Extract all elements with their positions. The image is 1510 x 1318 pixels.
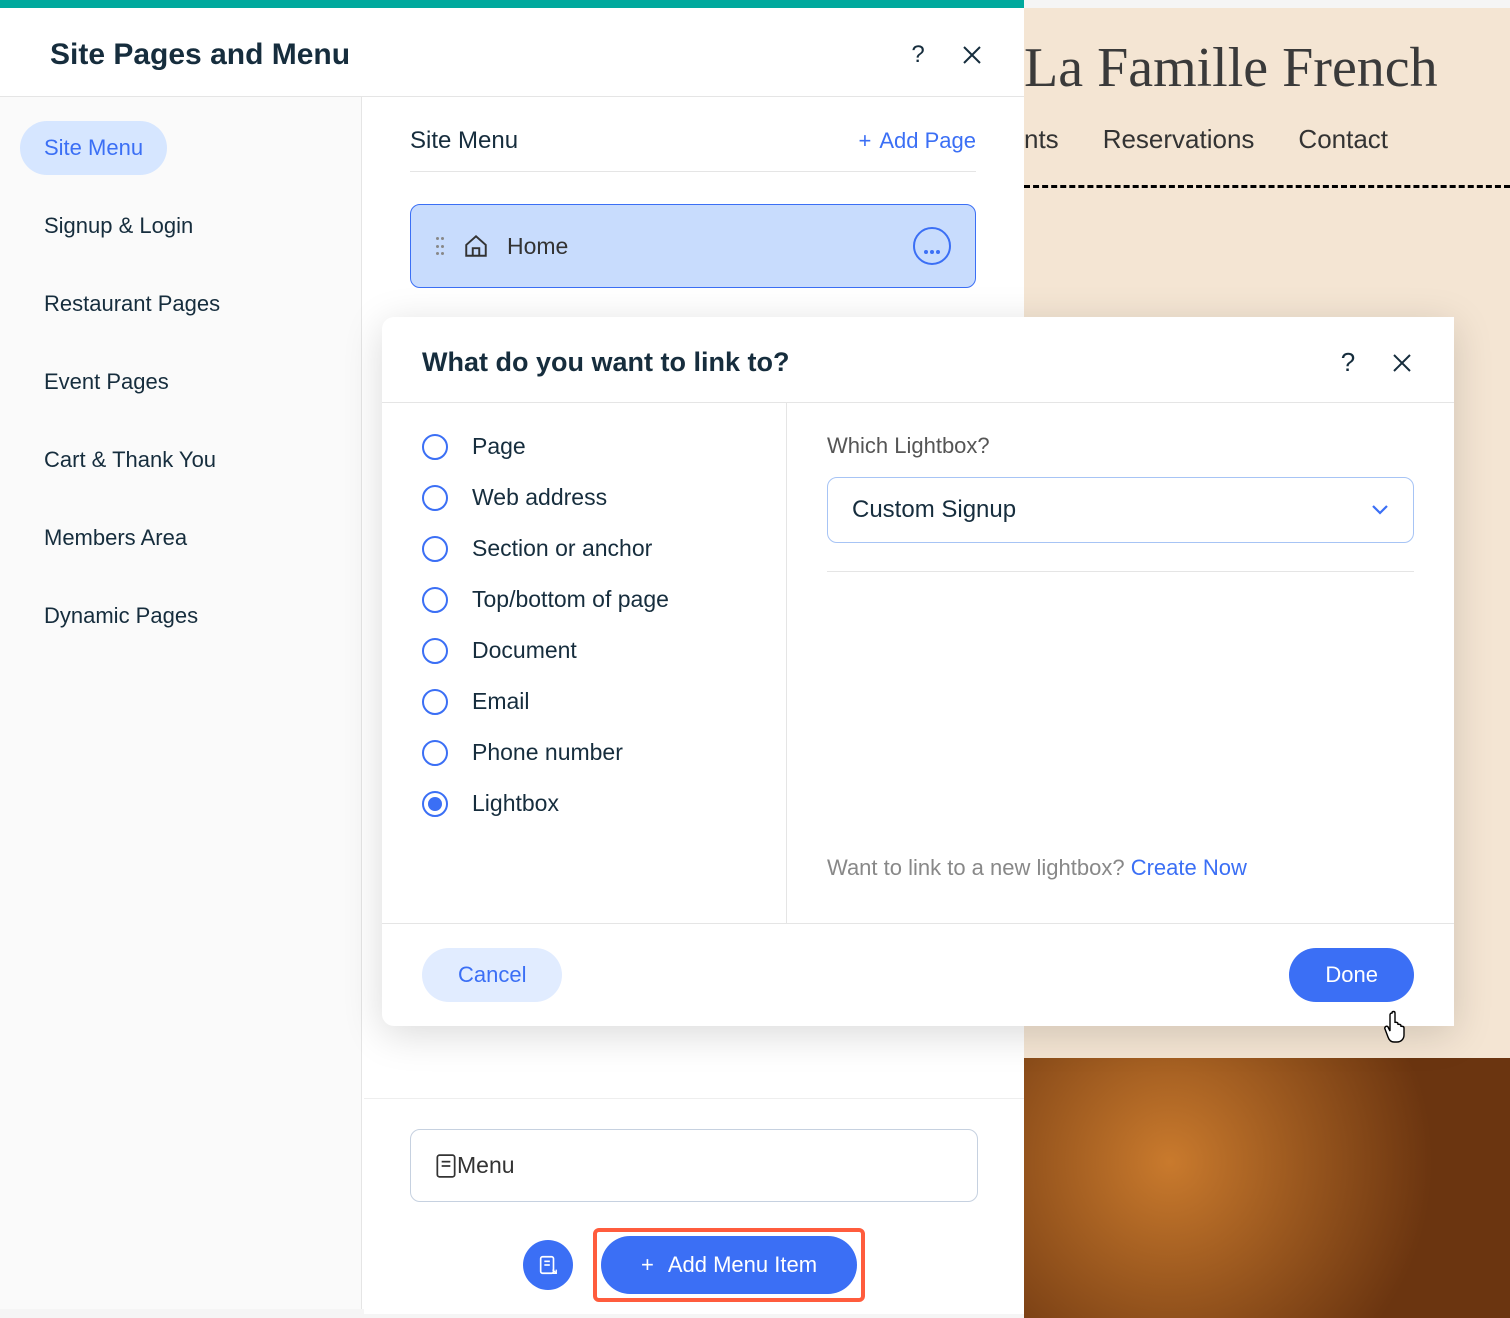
radio-label: Document: [472, 637, 577, 664]
radio-option-email[interactable]: Email: [422, 688, 746, 715]
link-type-list: Page Web address Section or anchor Top/b…: [382, 403, 787, 923]
radio-label: Lightbox: [472, 790, 559, 817]
sidebar-item-site-menu[interactable]: Site Menu: [20, 121, 167, 175]
close-icon[interactable]: [960, 43, 984, 67]
create-lightbox-row: Want to link to a new lightbox? Create N…: [827, 835, 1414, 893]
radio-label: Section or anchor: [472, 535, 652, 562]
radio-icon: [422, 485, 448, 511]
lightbox-selected-value: Custom Signup: [852, 496, 1016, 524]
add-menu-item-label: Add Menu Item: [668, 1252, 817, 1278]
radio-label: Phone number: [472, 739, 623, 766]
more-dots-icon: [923, 233, 941, 260]
radio-option-document[interactable]: Document: [422, 637, 746, 664]
divider: [827, 571, 1414, 572]
radio-label: Web address: [472, 484, 607, 511]
home-icon: [463, 233, 489, 259]
radio-option-lightbox[interactable]: Lightbox: [422, 790, 746, 817]
sidebar: Site Menu Signup & Login Restaurant Page…: [0, 97, 362, 1309]
menu-page-label: Menu: [457, 1152, 515, 1179]
done-button[interactable]: Done: [1289, 948, 1414, 1002]
plus-icon: +: [859, 128, 872, 154]
radio-icon: [422, 740, 448, 766]
sidebar-item-signup-login[interactable]: Signup & Login: [20, 199, 341, 253]
help-icon[interactable]: ?: [906, 43, 930, 67]
radio-option-top-bottom[interactable]: Top/bottom of page: [422, 586, 746, 613]
sidebar-item-restaurant-pages[interactable]: Restaurant Pages: [20, 277, 341, 331]
modal-title: What do you want to link to?: [422, 347, 1306, 378]
page-icon: [435, 1153, 457, 1179]
panel-title: Site Pages and Menu: [50, 38, 876, 72]
radio-icon: [422, 536, 448, 562]
sidebar-item-event-pages[interactable]: Event Pages: [20, 355, 341, 409]
page-row-menu[interactable]: Menu: [410, 1129, 978, 1202]
chevron-down-icon: [1371, 504, 1389, 516]
create-now-link[interactable]: Create Now: [1131, 855, 1247, 880]
radio-icon: [422, 638, 448, 664]
plus-icon: +: [641, 1252, 654, 1278]
site-preview-nav: nts Reservations Contact: [1024, 124, 1510, 155]
modal-footer: Cancel Done: [382, 923, 1454, 1026]
site-nav-item[interactable]: nts: [1024, 124, 1059, 155]
site-nav-item[interactable]: Reservations: [1103, 124, 1255, 155]
more-actions-button[interactable]: [913, 227, 951, 265]
bottom-actions-bar: Menu + Add Menu Item: [364, 1098, 1024, 1314]
panel-header: Site Pages and Menu ?: [0, 8, 1024, 97]
link-to-modal: What do you want to link to? ? Page Web …: [382, 317, 1454, 1026]
site-food-image: [1024, 1058, 1510, 1318]
lightbox-select[interactable]: Custom Signup: [827, 477, 1414, 543]
close-icon[interactable]: [1390, 351, 1414, 375]
tutorial-highlight: + Add Menu Item: [593, 1228, 865, 1302]
site-nav-item[interactable]: Contact: [1298, 124, 1388, 155]
add-page-button[interactable]: + Add Page: [859, 128, 977, 154]
modal-header: What do you want to link to? ?: [382, 317, 1454, 403]
site-dashed-divider: [1024, 185, 1510, 188]
radio-label: Page: [472, 433, 526, 460]
lightbox-field-label: Which Lightbox?: [827, 433, 1414, 459]
radio-option-phone[interactable]: Phone number: [422, 739, 746, 766]
manage-menu-button[interactable]: [523, 1240, 573, 1290]
radio-label: Email: [472, 688, 530, 715]
content-section-title: Site Menu: [410, 127, 518, 155]
content-header: Site Menu + Add Page: [410, 127, 976, 172]
add-menu-item-button[interactable]: + Add Menu Item: [601, 1236, 857, 1294]
help-icon[interactable]: ?: [1336, 351, 1360, 375]
sidebar-item-cart-thankyou[interactable]: Cart & Thank You: [20, 433, 341, 487]
radio-option-section-anchor[interactable]: Section or anchor: [422, 535, 746, 562]
add-page-label: Add Page: [879, 128, 976, 154]
manage-menu-icon: [537, 1254, 559, 1276]
top-accent-bar: [0, 0, 1024, 8]
cancel-button[interactable]: Cancel: [422, 948, 562, 1002]
sidebar-item-dynamic-pages[interactable]: Dynamic Pages: [20, 589, 341, 643]
drag-handle-icon[interactable]: [435, 236, 449, 256]
page-row-home[interactable]: Home: [410, 204, 976, 288]
radio-label: Top/bottom of page: [472, 586, 669, 613]
radio-icon: [422, 434, 448, 460]
radio-option-web-address[interactable]: Web address: [422, 484, 746, 511]
link-config-panel: Which Lightbox? Custom Signup Want to li…: [787, 403, 1454, 923]
site-preview-title: La Famille French: [1024, 8, 1510, 124]
sidebar-item-members-area[interactable]: Members Area: [20, 511, 341, 565]
radio-icon: [422, 689, 448, 715]
radio-icon: [422, 587, 448, 613]
create-prompt-text: Want to link to a new lightbox?: [827, 855, 1131, 880]
radio-icon: [422, 791, 448, 817]
radio-option-page[interactable]: Page: [422, 433, 746, 460]
page-label: Home: [507, 233, 568, 260]
